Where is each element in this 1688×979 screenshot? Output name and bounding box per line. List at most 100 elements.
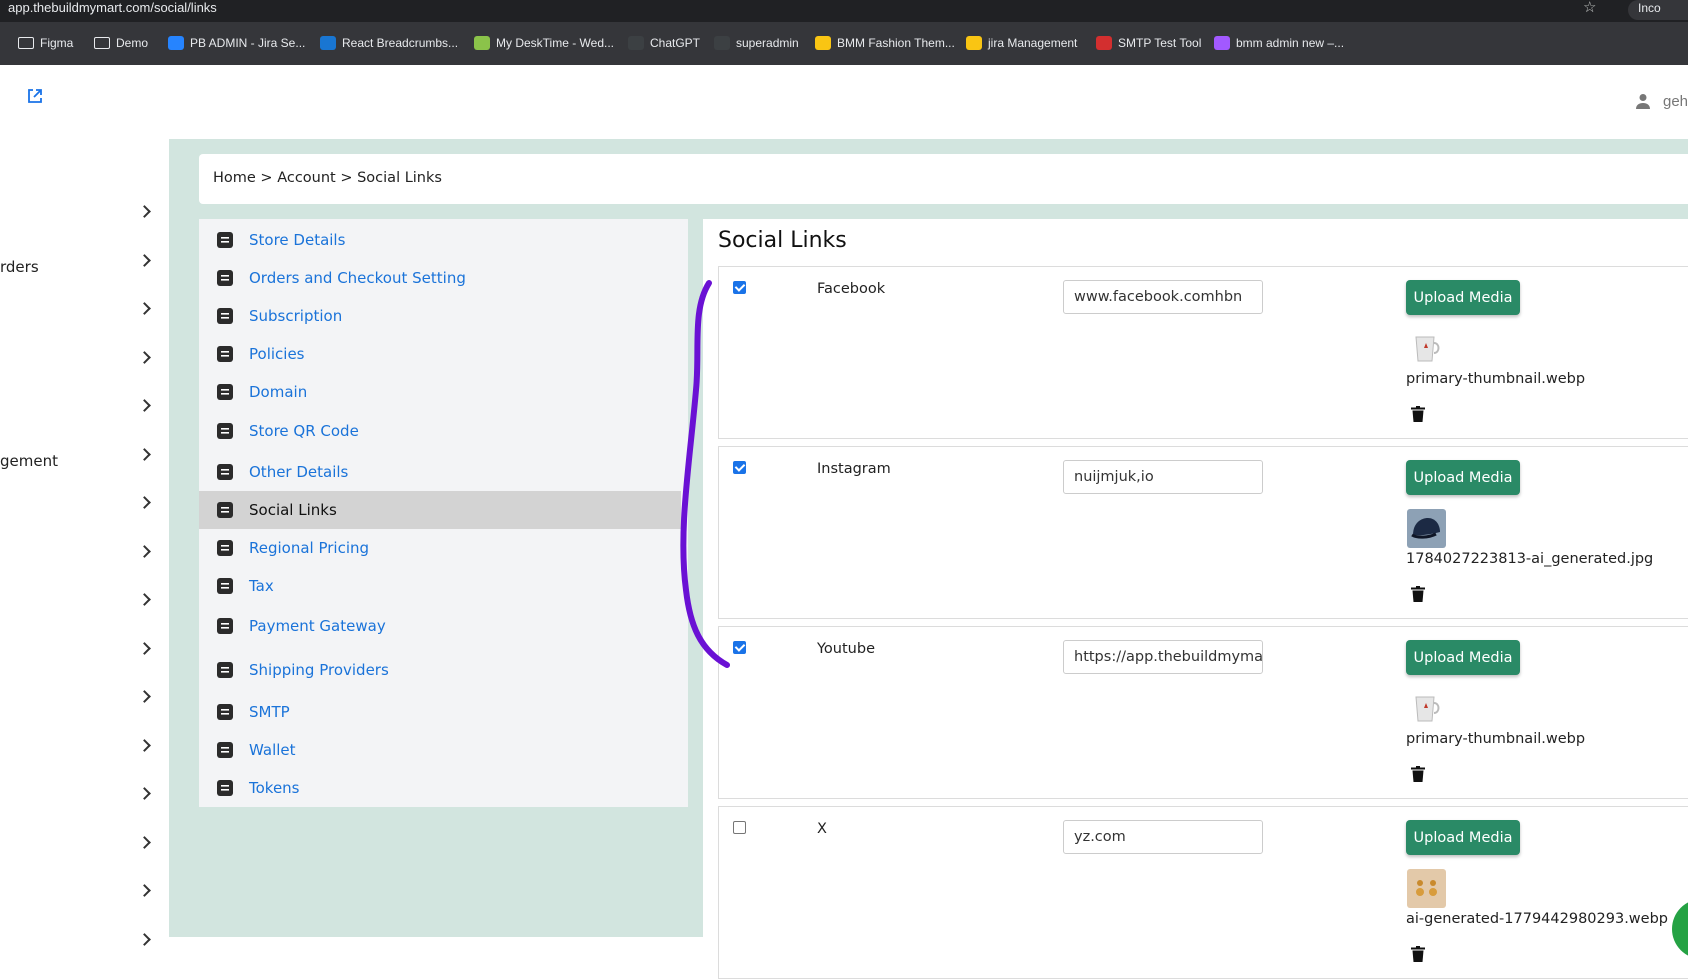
social-url-input[interactable]: yz.com	[1063, 820, 1263, 854]
chevron-right-icon[interactable]	[138, 399, 151, 412]
rail-item[interactable]	[0, 543, 169, 573]
rail-item[interactable]	[0, 785, 169, 815]
social-url-input[interactable]: www.facebook.comhbn	[1063, 280, 1263, 314]
trash-icon[interactable]	[1411, 406, 1425, 422]
settings-nav-label[interactable]: Regional Pricing	[249, 539, 369, 557]
settings-nav-label[interactable]: Social Links	[249, 501, 337, 519]
settings-nav-label[interactable]: Shipping Providers	[249, 661, 389, 679]
browser-url-bar[interactable]: app.thebuildmymart.com/social/links ☆ In…	[0, 0, 1688, 22]
settings-nav-label[interactable]: Policies	[249, 345, 304, 363]
bookmark-item[interactable]: Figma	[18, 36, 73, 50]
settings-nav-label[interactable]: Subscription	[249, 307, 342, 325]
settings-nav-item[interactable]: Orders and Checkout Setting	[199, 259, 681, 297]
chevron-right-icon[interactable]	[138, 690, 151, 703]
chevron-right-icon[interactable]	[138, 932, 151, 946]
enable-checkbox[interactable]	[733, 821, 746, 834]
settings-nav-item[interactable]: Store Details	[199, 221, 681, 259]
bookmark-item[interactable]: ChatGPT	[628, 36, 700, 50]
settings-nav-item[interactable]: Domain	[199, 373, 681, 411]
settings-nav-item[interactable]: Policies	[199, 335, 681, 373]
chevron-right-icon[interactable]	[138, 884, 151, 897]
enable-checkbox[interactable]	[733, 281, 746, 294]
bookmark-item[interactable]: BMM Fashion Them...	[815, 36, 955, 50]
social-url-input[interactable]: https://app.thebuildmymart	[1063, 640, 1263, 674]
rail-item[interactable]	[0, 931, 169, 961]
chevron-right-icon[interactable]	[138, 350, 151, 364]
trash-icon[interactable]	[1411, 586, 1425, 602]
upload-media-button[interactable]: Upload Media	[1406, 460, 1520, 495]
rail-item[interactable]	[0, 640, 169, 670]
social-url-input[interactable]: nuijmjuk,io	[1063, 460, 1263, 494]
page-title: Social Links	[718, 228, 847, 253]
rail-item[interactable]: rders	[0, 252, 169, 282]
settings-nav-item[interactable]: Wallet	[199, 731, 681, 769]
rail-item[interactable]	[0, 834, 169, 864]
enable-checkbox[interactable]	[733, 461, 746, 474]
settings-nav-item[interactable]: SMTP	[199, 693, 681, 731]
rail-item[interactable]	[0, 349, 169, 379]
chevron-right-icon[interactable]	[138, 496, 151, 509]
chevron-right-icon[interactable]	[138, 253, 151, 267]
chevron-right-icon[interactable]	[138, 738, 151, 752]
rail-item[interactable]	[0, 591, 169, 621]
chevron-right-icon[interactable]	[138, 205, 151, 218]
bookmark-item[interactable]: bmm admin new –...	[1214, 36, 1344, 50]
rail-item[interactable]	[0, 882, 169, 912]
settings-nav-label[interactable]: Domain	[249, 383, 307, 401]
settings-nav-item[interactable]: Tax	[199, 567, 681, 605]
chevron-right-icon[interactable]	[138, 835, 151, 849]
bookmark-item[interactable]: superadmin	[714, 36, 799, 50]
bookmark-star-icon[interactable]: ☆	[1583, 0, 1596, 16]
settings-nav-item[interactable]: Tokens	[199, 769, 681, 807]
settings-nav-label[interactable]: Orders and Checkout Setting	[249, 269, 466, 287]
upload-media-button[interactable]: Upload Media	[1406, 820, 1520, 855]
rail-item[interactable]	[0, 737, 169, 767]
user-icon[interactable]	[1635, 93, 1651, 109]
chevron-right-icon[interactable]	[138, 787, 151, 800]
bookmark-item[interactable]: jira Management	[966, 36, 1077, 50]
settings-nav-item[interactable]: Regional Pricing	[199, 529, 681, 567]
rail-item[interactable]	[0, 300, 169, 330]
settings-nav-label[interactable]: Tax	[249, 577, 274, 595]
bookmark-item[interactable]: My DeskTime - Wed...	[474, 36, 614, 50]
chevron-right-icon[interactable]	[138, 544, 151, 558]
settings-nav-label[interactable]: Tokens	[249, 779, 300, 797]
platform-name: Facebook	[817, 281, 886, 297]
settings-nav-label[interactable]: Other Details	[249, 463, 348, 481]
settings-nav-item[interactable]: Social Links	[199, 491, 681, 529]
rail-item[interactable]	[0, 203, 169, 233]
external-link-icon[interactable]	[27, 88, 43, 104]
settings-nav-item[interactable]: Payment Gateway	[199, 607, 681, 645]
rail-item[interactable]: gement	[0, 446, 169, 476]
settings-nav-label[interactable]: Wallet	[249, 741, 296, 759]
settings-nav-label[interactable]: Store QR Code	[249, 422, 359, 440]
upload-media-button[interactable]: Upload Media	[1406, 280, 1520, 315]
trash-icon[interactable]	[1411, 766, 1425, 782]
settings-nav-item[interactable]: Store QR Code	[199, 412, 681, 450]
settings-nav-label[interactable]: Payment Gateway	[249, 617, 386, 635]
settings-nav-label[interactable]: SMTP	[249, 703, 290, 721]
rail-item[interactable]	[0, 688, 169, 718]
settings-nav-item[interactable]: Other Details	[199, 453, 681, 491]
bookmark-item[interactable]: React Breadcrumbs...	[320, 36, 458, 50]
settings-nav-item[interactable]: Subscription	[199, 297, 681, 335]
chevron-right-icon[interactable]	[138, 302, 151, 315]
mail-icon	[217, 704, 233, 720]
breadcrumb[interactable]: Home > Account > Social Links	[213, 170, 442, 186]
upload-media-button[interactable]: Upload Media	[1406, 640, 1520, 675]
settings-nav-label[interactable]: Store Details	[249, 231, 345, 249]
url-text[interactable]: app.thebuildmymart.com/social/links	[8, 0, 217, 16]
user-name[interactable]: geh	[1663, 93, 1688, 110]
rail-item[interactable]	[0, 397, 169, 427]
enable-checkbox[interactable]	[733, 641, 746, 654]
chevron-right-icon[interactable]	[138, 593, 151, 606]
chevron-right-icon[interactable]	[138, 641, 151, 655]
rail-item[interactable]	[0, 494, 169, 524]
incognito-badge[interactable]: Inco	[1628, 0, 1688, 20]
bookmark-item[interactable]: SMTP Test Tool	[1096, 36, 1201, 50]
chevron-right-icon[interactable]	[138, 447, 151, 461]
bookmark-item[interactable]: PB ADMIN - Jira Se...	[168, 36, 305, 50]
trash-icon[interactable]	[1411, 946, 1425, 962]
settings-nav-item[interactable]: Shipping Providers	[199, 651, 681, 689]
bookmark-item[interactable]: Demo	[94, 36, 148, 50]
